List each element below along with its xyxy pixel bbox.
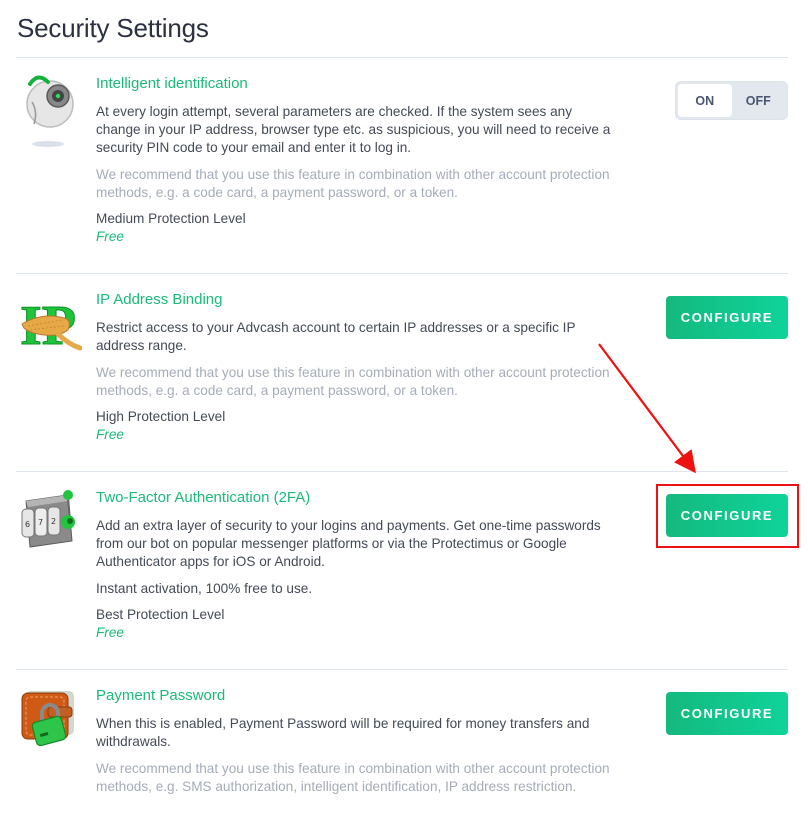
toggle-off-option[interactable]: OFF [732,84,786,117]
section-description: Restrict access to your Advcash account … [96,320,576,353]
page-title: Security Settings [17,13,209,43]
section-description: Add an extra layer of security to your l… [96,518,601,569]
section-divider [16,273,788,274]
ip-binding-configure-button[interactable]: CONFIGURE [666,296,788,339]
section-divider [16,669,788,670]
section-recommendation: We recommend that you use this feature i… [96,761,610,794]
svg-text:2: 2 [51,517,56,526]
protection-level: High Protection Level [96,409,226,424]
section-recommendation: We recommend that you use this feature i… [96,167,610,200]
header-divider [16,57,788,58]
section-title: Two-Factor Authentication (2FA) [96,489,311,506]
section-note: Instant activation, 100% free to use. [96,581,313,596]
camera-eye-icon [18,72,82,147]
annotation-highlight-box [656,484,799,548]
price-label: Free [96,625,124,640]
price-label: Free [96,427,124,442]
ip-rope-icon: IP [18,290,83,358]
price-label: Free [96,229,124,244]
section-title: Intelligent identification [96,75,248,92]
annotation-arrow-line [598,343,696,474]
combination-lock-icon: 6 7 2 [18,487,82,551]
svg-text:6: 6 [25,520,30,529]
svg-text:7: 7 [38,518,43,527]
section-description: At every login attempt, several paramete… [96,104,611,155]
protection-level: Medium Protection Level [96,211,246,226]
section-description: When this is enabled, Payment Password w… [96,716,590,749]
section-divider [16,471,788,472]
wallet-padlock-icon [18,685,82,749]
intelligent-identification-toggle[interactable]: ON OFF [675,81,788,120]
section-title: Payment Password [96,687,226,704]
section-recommendation: We recommend that you use this feature i… [96,365,610,398]
payment-password-configure-button[interactable]: CONFIGURE [666,692,788,735]
protection-level: Best Protection Level [96,607,225,622]
toggle-on-option[interactable]: ON [678,84,732,117]
section-title: IP Address Binding [96,291,223,308]
